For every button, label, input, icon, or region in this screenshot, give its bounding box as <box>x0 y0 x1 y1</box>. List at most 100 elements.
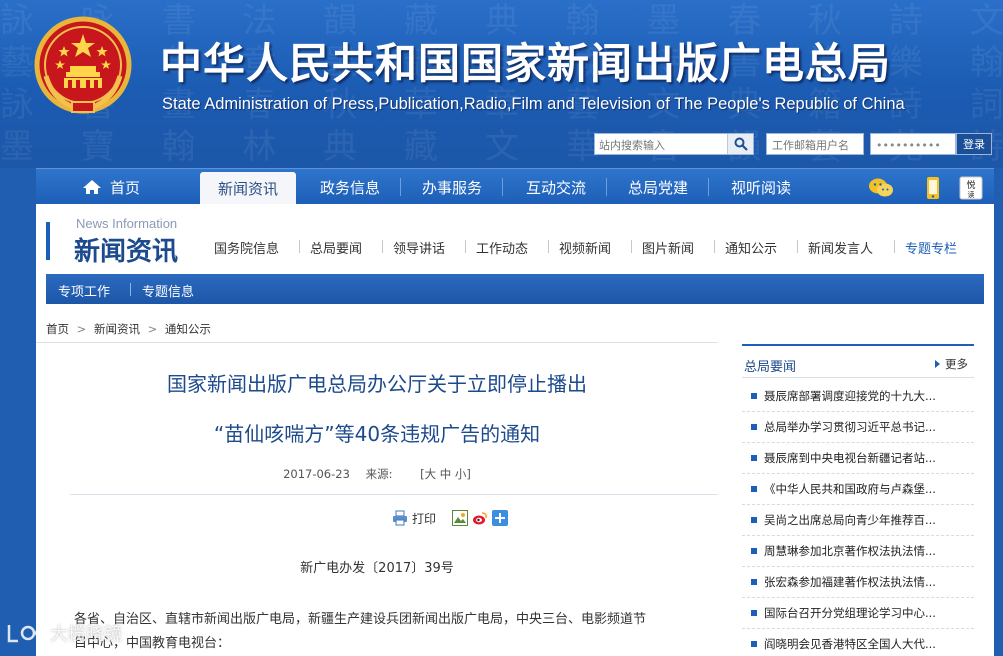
home-icon <box>82 180 101 194</box>
meta-divider <box>70 494 718 495</box>
section-header: News Information 新闻资讯 国务院信息 总局要闻 领导讲话 工作… <box>36 204 994 272</box>
sidebar-news-title: 国际台召开分党组理论学习中心... <box>764 606 936 620</box>
svg-text:读: 读 <box>968 190 975 199</box>
bullet-square-icon <box>751 610 757 616</box>
topic-subnav: 专项工作 专题信息 <box>46 274 984 304</box>
nav-item-label: 视听阅读 <box>730 178 791 197</box>
subnav-notices[interactable]: 通知公示 <box>725 238 777 257</box>
mail-username-box <box>766 133 864 156</box>
sidebar-title: 总局要闻 <box>744 360 797 375</box>
article-body-line: 目中心，中国教育电视台： <box>74 636 231 651</box>
login-button[interactable]: 登录 <box>956 133 992 155</box>
yuedu-reading-icon[interactable]: 悦 读 <box>958 176 984 200</box>
sidebar-news-item[interactable]: 国际台召开分党组理论学习中心... <box>742 598 974 629</box>
share-photo-icon[interactable] <box>452 510 469 526</box>
bullet-square-icon <box>751 424 757 430</box>
main-nav: 首页 新闻资讯 政务信息 办事服务 互动交流 总局党建 视听阅读 悦 读 <box>36 168 994 205</box>
subnav-separator <box>797 240 798 253</box>
mail-username-input[interactable] <box>767 135 863 156</box>
subnav-special-topics[interactable]: 专题专栏 <box>905 238 957 257</box>
subnav-separator <box>714 240 715 253</box>
subnav-work-updates[interactable]: 工作动态 <box>476 238 528 257</box>
mail-password-input[interactable] <box>871 135 955 156</box>
topic-special-work[interactable]: 专项工作 <box>58 281 110 300</box>
site-search-box <box>594 133 754 156</box>
subnav-spokesperson[interactable]: 新闻发言人 <box>808 238 873 257</box>
nav-separator <box>400 178 401 196</box>
bullet-square-icon <box>751 486 757 492</box>
subnav-leader-speeches[interactable]: 领导讲话 <box>393 238 445 257</box>
breadcrumb-notices[interactable]: 通知公示 <box>165 322 211 336</box>
nav-separator <box>502 178 503 196</box>
subnav-separator <box>548 240 549 253</box>
nav-item-services[interactable]: 办事服务 <box>410 169 494 205</box>
nav-separator <box>708 178 709 196</box>
sidebar-news-item[interactable]: 《中华人民共和国政府与卢森堡... <box>742 474 974 505</box>
watermark: 大榄晓镜 <box>6 620 122 646</box>
nav-item-government-info[interactable]: 政务信息 <box>308 169 392 205</box>
nav-item-home[interactable]: 首页 <box>66 169 156 205</box>
more-link[interactable]: 更多 <box>935 356 968 372</box>
article-title-line1: 国家新闻出版广电总局办公厅关于立即停止播出 <box>167 372 587 396</box>
nav-item-interaction[interactable]: 互动交流 <box>514 169 598 205</box>
site-search-input[interactable] <box>595 135 729 156</box>
subnav-separator <box>465 240 466 253</box>
subnav-state-council[interactable]: 国务院信息 <box>214 238 279 257</box>
nav-item-label: 总局党建 <box>627 178 688 197</box>
nav-item-news[interactable]: 新闻资讯 <box>200 172 296 205</box>
subnav-separator <box>382 240 383 253</box>
triangle-right-icon <box>935 360 940 368</box>
topic-special-info[interactable]: 专题信息 <box>142 281 194 300</box>
printer-icon <box>393 510 407 526</box>
sidebar-news-item[interactable]: 张宏森参加福建著作权法执法情... <box>742 567 974 598</box>
mail-password-box <box>870 133 956 156</box>
article-title-line2: “苗仙咳喘方”等40条违规广告的通知 <box>213 422 541 446</box>
subnav-separator <box>631 240 632 253</box>
watermark-text: 大榄晓镜 <box>50 624 122 645</box>
search-icon <box>734 137 748 151</box>
share-plus-icon[interactable] <box>492 510 509 526</box>
subnav-separator <box>894 240 895 253</box>
bullet-square-icon <box>751 548 757 554</box>
sidebar-news-title: 《中华人民共和国政府与卢森堡... <box>764 482 936 496</box>
mobile-phone-icon[interactable] <box>920 176 946 200</box>
topic-separator <box>130 283 131 296</box>
subnav-video-news[interactable]: 视频新闻 <box>559 238 611 257</box>
nav-item-party-building[interactable]: 总局党建 <box>616 169 700 205</box>
font-size-controls[interactable]: [大 中 小] <box>420 467 471 481</box>
search-button[interactable] <box>727 134 753 154</box>
bullet-square-icon <box>751 641 757 647</box>
more-label: 更多 <box>945 357 968 371</box>
sidebar-news-item[interactable]: 周慧琳参加北京著作权法执法情... <box>742 536 974 567</box>
breadcrumb-news[interactable]: 新闻资讯 <box>94 322 140 336</box>
nav-item-label: 办事服务 <box>421 178 482 197</box>
sidebar-news-title: 吴尚之出席总局向青少年推荐百... <box>764 513 936 527</box>
sidebar-news-item[interactable]: 总局举办学习贯彻习近平总书记... <box>742 412 974 443</box>
sidebar-news-title: 张宏森参加福建著作权法执法情... <box>764 575 936 589</box>
sidebar-news-title: 阎晓明会见香港特区全国人大代... <box>764 637 936 651</box>
sidebar-news-item[interactable]: 吴尚之出席总局向青少年推荐百... <box>742 505 974 536</box>
nav-item-label: 互动交流 <box>525 178 586 197</box>
print-button[interactable]: 打印 <box>392 510 436 527</box>
subnav-photo-news[interactable]: 图片新闻 <box>642 238 694 257</box>
weibo-icon[interactable] <box>472 510 488 526</box>
sidebar-news-item[interactable]: 聂辰席到中央电视台新疆记者站... <box>742 443 974 474</box>
breadcrumb-home[interactable]: 首页 <box>46 322 69 336</box>
section-title-en: News Information <box>76 216 178 231</box>
subnav-headlines[interactable]: 总局要闻 <box>310 238 362 257</box>
bullet-square-icon <box>751 517 757 523</box>
subnav-separator <box>299 240 300 253</box>
sidebar-header: 总局要闻 更多 <box>742 344 974 378</box>
print-label: 打印 <box>412 511 437 526</box>
site-header: 詠 咏 書 法 韻 藏 典 翰 墨 春 秋 詩 文 書 畫 藝 文 華 章 墨 … <box>0 0 1003 168</box>
national-emblem-icon <box>34 16 132 114</box>
breadcrumb: 首页 > 新闻资讯 > 通知公示 <box>46 321 215 337</box>
sidebar-news-item[interactable]: 聂辰席部署调度迎接党的十九大... <box>742 381 974 412</box>
article-toolbar: 打印 <box>392 508 512 528</box>
wechat-icon[interactable] <box>868 176 894 200</box>
svg-text:悦: 悦 <box>966 179 975 191</box>
sidebar-news-title: 总局举办学习贯彻习近平总书记... <box>764 420 936 434</box>
sidebar-news-item[interactable]: 阎晓明会见香港特区全国人大代... <box>742 629 974 656</box>
sidebar-news-title: 聂辰席到中央电视台新疆记者站... <box>764 451 936 465</box>
nav-item-audiovisual[interactable]: 视听阅读 <box>718 169 804 205</box>
